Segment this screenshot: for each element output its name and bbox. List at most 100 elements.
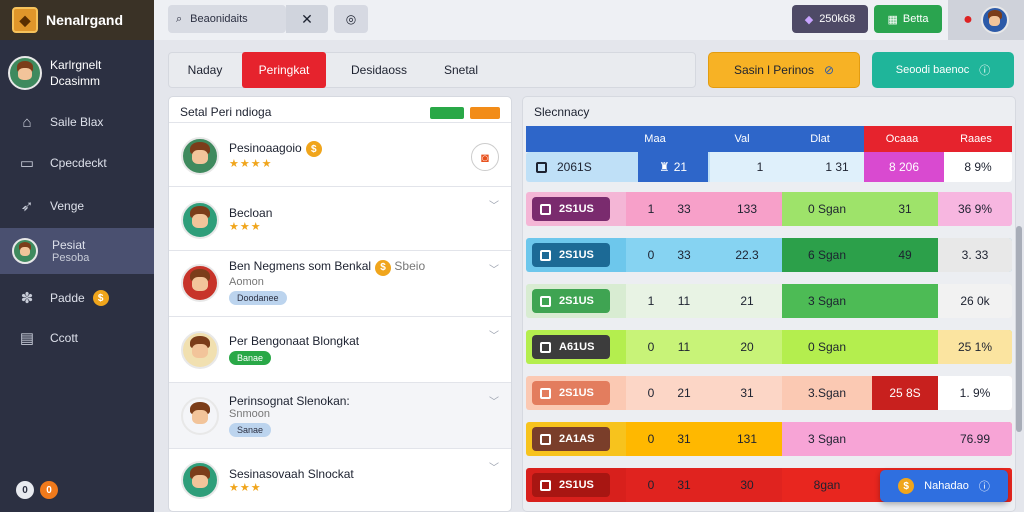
scrollbar[interactable] <box>1016 226 1022 432</box>
chevron-down-icon[interactable]: ﹀ <box>489 459 499 474</box>
column-header[interactable]: Dlat <box>790 126 850 152</box>
tab-special[interactable]: Snetal <box>428 52 494 88</box>
close-icon[interactable]: ✕ <box>286 5 328 33</box>
player-card[interactable]: Perinsognat Slenokan: Snmoon Sanae ﹀ <box>169 382 511 448</box>
player-rating: ★★★ <box>229 221 262 233</box>
player-card[interactable]: Ben Negmens som Benkal $ Sbeio Aomon Dood… <box>169 250 511 314</box>
profile-subtitle: Dcasimm <box>50 74 100 88</box>
chevron-down-icon[interactable]: ﹀ <box>489 393 499 408</box>
players-panel-title: Setal Peri ndioga <box>180 105 272 119</box>
sidebar-footer: 0 0 <box>16 481 58 499</box>
chevron-down-icon[interactable]: ﹀ <box>489 197 499 212</box>
search-icon: ⌕ <box>176 12 183 25</box>
primary-action-label: Sasin l Perinos <box>733 63 814 77</box>
refresh-button[interactable]: ◎ <box>334 5 368 33</box>
cell-value: 3 Sgan <box>782 422 872 456</box>
help-icon: ⓘ <box>978 481 990 493</box>
check-icon: ⊘ <box>823 63 835 77</box>
standings-row[interactable]: 2A1AS 0 31 131 3 Sgan 76.99 <box>526 422 1012 456</box>
sidebar-item-puzzle[interactable]: ✽ Padde $ <box>0 276 154 320</box>
coin-icon: $ <box>898 478 915 494</box>
tab-details[interactable]: Desidaoss <box>332 52 426 88</box>
cell-value: 0 Sgan <box>782 192 872 226</box>
rank-label: 2061S <box>557 160 592 174</box>
primary-action-button[interactable]: Sasin l Perinos ⊘ <box>708 52 860 88</box>
player-card[interactable]: Becloan ★★★ ﹀ <box>169 186 511 252</box>
message-icon: ▤ <box>19 330 35 347</box>
notification-toast[interactable]: $ Nahadao ⓘ <box>880 470 1008 502</box>
player-card[interactable]: Pesinoaagoio $ ★★★★ ◙ <box>169 122 511 188</box>
rank-badge: 2A1AS <box>532 427 610 451</box>
brand[interactable]: ◆ Nenalrgand <box>0 0 154 40</box>
search-input[interactable]: ⌕ Beaonidaits <box>168 5 286 33</box>
puzzle-icon: ✽ <box>20 290 34 307</box>
toast-label: Nahadao <box>924 480 969 492</box>
player-card[interactable]: Sesinasovaah Slnockat ★★★ ﹀ <box>169 448 511 511</box>
sidebar-item-label: Venge <box>50 199 85 213</box>
sidebar-item-messages[interactable]: ▤ Ccott <box>0 316 154 360</box>
tab-ranking[interactable]: Peringkat <box>242 52 326 88</box>
cell-value: 11 <box>656 330 712 364</box>
avatar <box>181 396 219 435</box>
user-menu[interactable]: ● <box>948 0 1024 40</box>
player-card[interactable]: Per Bengonaat Blongkat Banae ﹀ <box>169 316 511 382</box>
refresh-icon: ◎ <box>345 12 357 26</box>
standings-row[interactable]: A61US 0 11 20 0 Sgan 25 1% <box>526 330 1012 364</box>
checkbox-icon[interactable] <box>540 295 551 307</box>
rank-badge: 2S1US <box>532 473 610 497</box>
player-subtitle: Aomon <box>229 275 264 288</box>
column-header[interactable]: Ocaaa <box>864 126 940 152</box>
credits-badge[interactable]: ◆ 250k68 <box>792 5 868 33</box>
standings-row[interactable]: 2S1US 1 33 133 0 Sgan 31 36 9% <box>526 192 1012 226</box>
player-rating: ★★★ <box>229 481 262 494</box>
column-header[interactable]: Val <box>712 126 772 152</box>
cell-value: 31 <box>656 422 712 456</box>
cell-value: 1 31 <box>810 152 864 182</box>
checkbox-icon[interactable] <box>540 433 551 445</box>
rank-badge: 2S1US <box>532 197 610 221</box>
sidebar-item-home[interactable]: ⌂ Saile Blax <box>0 100 154 144</box>
player-subtitle: Snmoon <box>229 407 270 420</box>
avatar <box>181 330 219 369</box>
cart-icon[interactable]: ◙ <box>471 143 499 171</box>
cell-value: 8 9% <box>944 152 1012 182</box>
cell-value <box>872 330 938 364</box>
standings-row[interactable]: 2S1US 1 11 21 3 Sgan 26 0k <box>526 284 1012 318</box>
player-extra: Slnockat <box>307 466 354 481</box>
checkbox-icon[interactable] <box>540 249 551 261</box>
column-header[interactable]: Maa <box>630 126 680 152</box>
cell-value: 133 <box>712 192 782 226</box>
tab-today[interactable]: Naday <box>170 52 240 88</box>
rank-label: 2A1AS <box>559 433 595 445</box>
chevron-down-icon[interactable]: ﹀ <box>489 261 499 276</box>
chevron-down-icon[interactable]: ﹀ <box>489 327 499 342</box>
sidebar-item-venue[interactable]: ➶ Venge <box>0 184 154 228</box>
sidebar-item-active[interactable]: Pesiat Pesoba <box>0 228 154 274</box>
cell-value: 22.3 <box>712 238 782 272</box>
sidebar-item-sublabel: Pesoba <box>52 252 90 264</box>
green-tag <box>430 107 464 119</box>
cell-value: 21 <box>656 376 712 410</box>
footer-counter[interactable]: 0 <box>16 481 34 499</box>
checkbox-icon[interactable] <box>540 479 551 491</box>
status-button[interactable]: ▦ Betta <box>874 5 942 33</box>
player-name: Sesinasovaah <box>229 466 305 481</box>
monitor-icon: ▭ <box>19 155 35 172</box>
checkbox-icon[interactable] <box>540 341 551 353</box>
coin-icon: $ <box>305 141 322 158</box>
checkbox-icon[interactable] <box>540 203 551 215</box>
standings-row[interactable]: 2S1US 0 33 22.3 6 Sgan 49 3. 33 <box>526 238 1012 272</box>
checkbox-icon[interactable] <box>540 387 551 399</box>
standings-row[interactable]: 2S1US 0 21 31 3.Sgan 25 8S 1. 9% <box>526 376 1012 410</box>
secondary-action-button[interactable]: Seoodi baenoc ⓘ <box>872 52 1014 88</box>
cell-value: 31 <box>656 468 712 502</box>
user-profile[interactable]: Karlrgnelt Dcasimm <box>8 50 148 96</box>
sidebar-item-monitor[interactable]: ▭ Cpecdeckt <box>0 141 154 185</box>
column-header[interactable]: Raaes <box>940 126 1012 152</box>
status-badge: Sanae <box>229 422 272 437</box>
standings-row-leader[interactable]: 2061S ♜ 21 1 1 31 8 206 8 9% <box>526 152 1012 182</box>
footer-coin[interactable]: 0 <box>40 481 58 499</box>
avatar <box>181 263 219 302</box>
checkbox-icon[interactable] <box>536 161 547 173</box>
cell-value: 131 <box>712 422 782 456</box>
